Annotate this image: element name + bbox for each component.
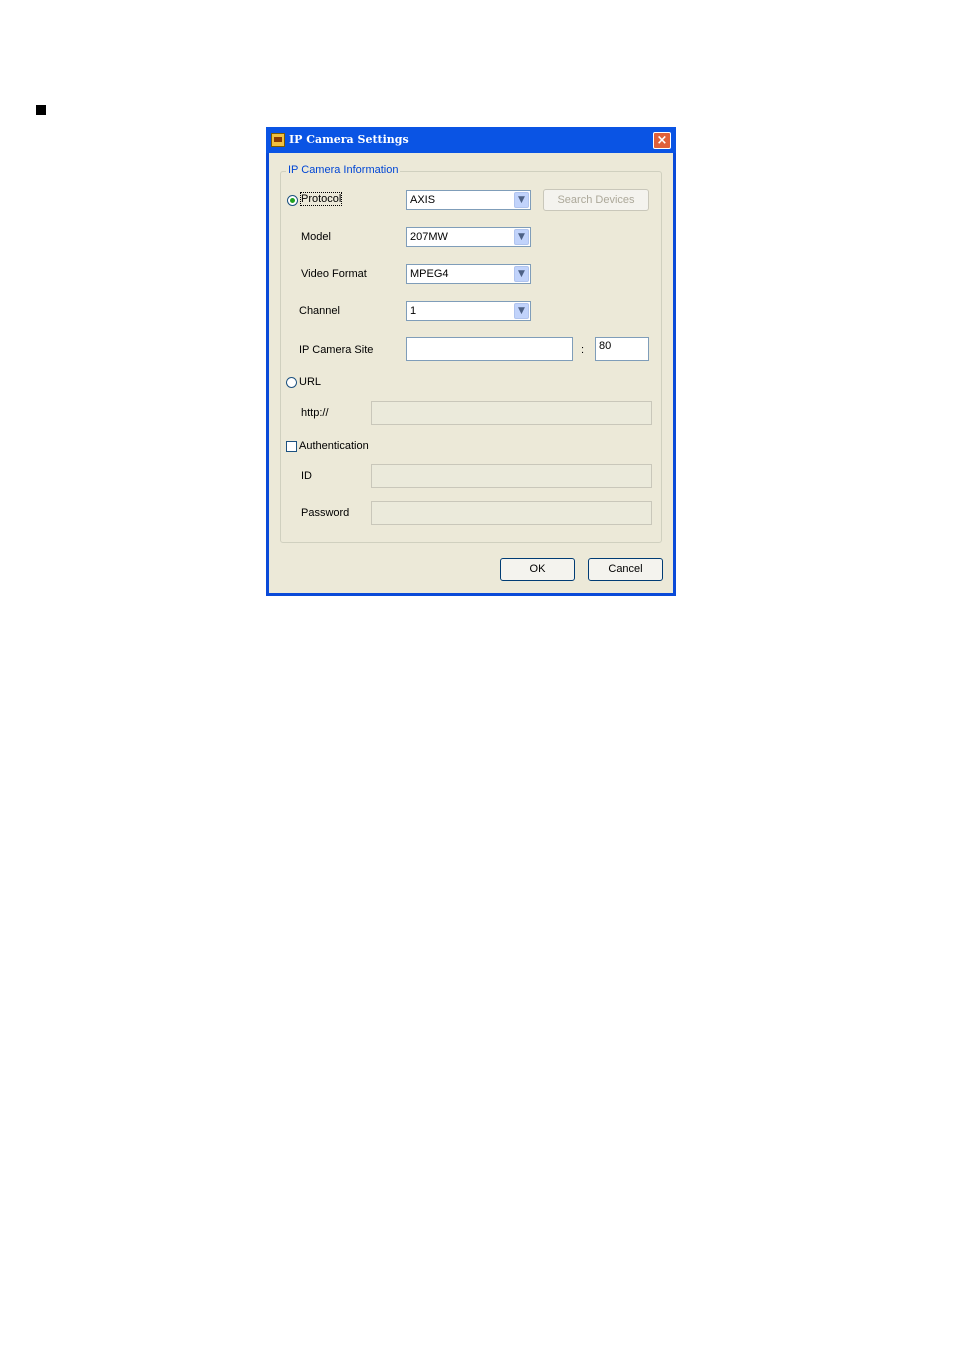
model-select[interactable]: 207MW ▼ <box>406 227 531 247</box>
video-format-select[interactable]: MPEG4 ▼ <box>406 264 531 284</box>
protocol-radio[interactable] <box>287 195 298 206</box>
port-separator: : <box>581 344 585 356</box>
chevron-down-icon[interactable]: ▼ <box>514 192 529 208</box>
password-input[interactable] <box>371 501 652 525</box>
id-input[interactable] <box>371 464 652 488</box>
url-label[interactable]: URL <box>299 376 321 388</box>
search-devices-button[interactable]: Search Devices <box>543 189 649 211</box>
video-format-label: Video Format <box>301 268 367 280</box>
channel-label: Channel <box>299 305 340 317</box>
group-title: IP Camera Information <box>286 164 401 176</box>
app-icon <box>271 133 285 147</box>
chevron-down-icon[interactable]: ▼ <box>514 266 529 282</box>
bullet-marker <box>36 105 46 115</box>
id-label: ID <box>301 470 312 482</box>
cancel-button[interactable]: Cancel <box>588 558 663 581</box>
window-title: IP Camera Settings <box>289 133 409 146</box>
authentication-checkbox[interactable] <box>286 441 297 452</box>
model-label: Model <box>301 231 331 243</box>
ip-site-label: IP Camera Site <box>299 344 374 356</box>
video-format-value: MPEG4 <box>410 268 449 280</box>
channel-select[interactable]: 1 ▼ <box>406 301 531 321</box>
ip-camera-settings-dialog: IP Camera Settings × IP Camera Informati… <box>266 127 676 596</box>
ip-site-input[interactable] <box>406 337 573 361</box>
chevron-down-icon[interactable]: ▼ <box>514 229 529 245</box>
chevron-down-icon[interactable]: ▼ <box>514 303 529 319</box>
port-value: 80 <box>599 340 612 352</box>
url-radio[interactable] <box>286 377 297 388</box>
dialog-body: IP Camera Information Protocol AXIS ▼ Se… <box>269 153 673 593</box>
close-icon[interactable]: × <box>653 132 671 149</box>
protocol-value: AXIS <box>410 194 436 206</box>
ok-button[interactable]: OK <box>500 558 575 581</box>
channel-value: 1 <box>410 305 417 317</box>
authentication-label[interactable]: Authentication <box>299 440 369 452</box>
password-label: Password <box>301 507 350 519</box>
url-prefix-label: http:// <box>301 407 329 419</box>
protocol-label[interactable]: Protocol <box>299 192 343 206</box>
url-input[interactable] <box>371 401 652 425</box>
port-input[interactable]: 80 <box>595 337 649 361</box>
protocol-select[interactable]: AXIS ▼ <box>406 190 531 210</box>
title-bar[interactable]: IP Camera Settings × <box>266 127 676 153</box>
model-value: 207MW <box>410 231 448 243</box>
